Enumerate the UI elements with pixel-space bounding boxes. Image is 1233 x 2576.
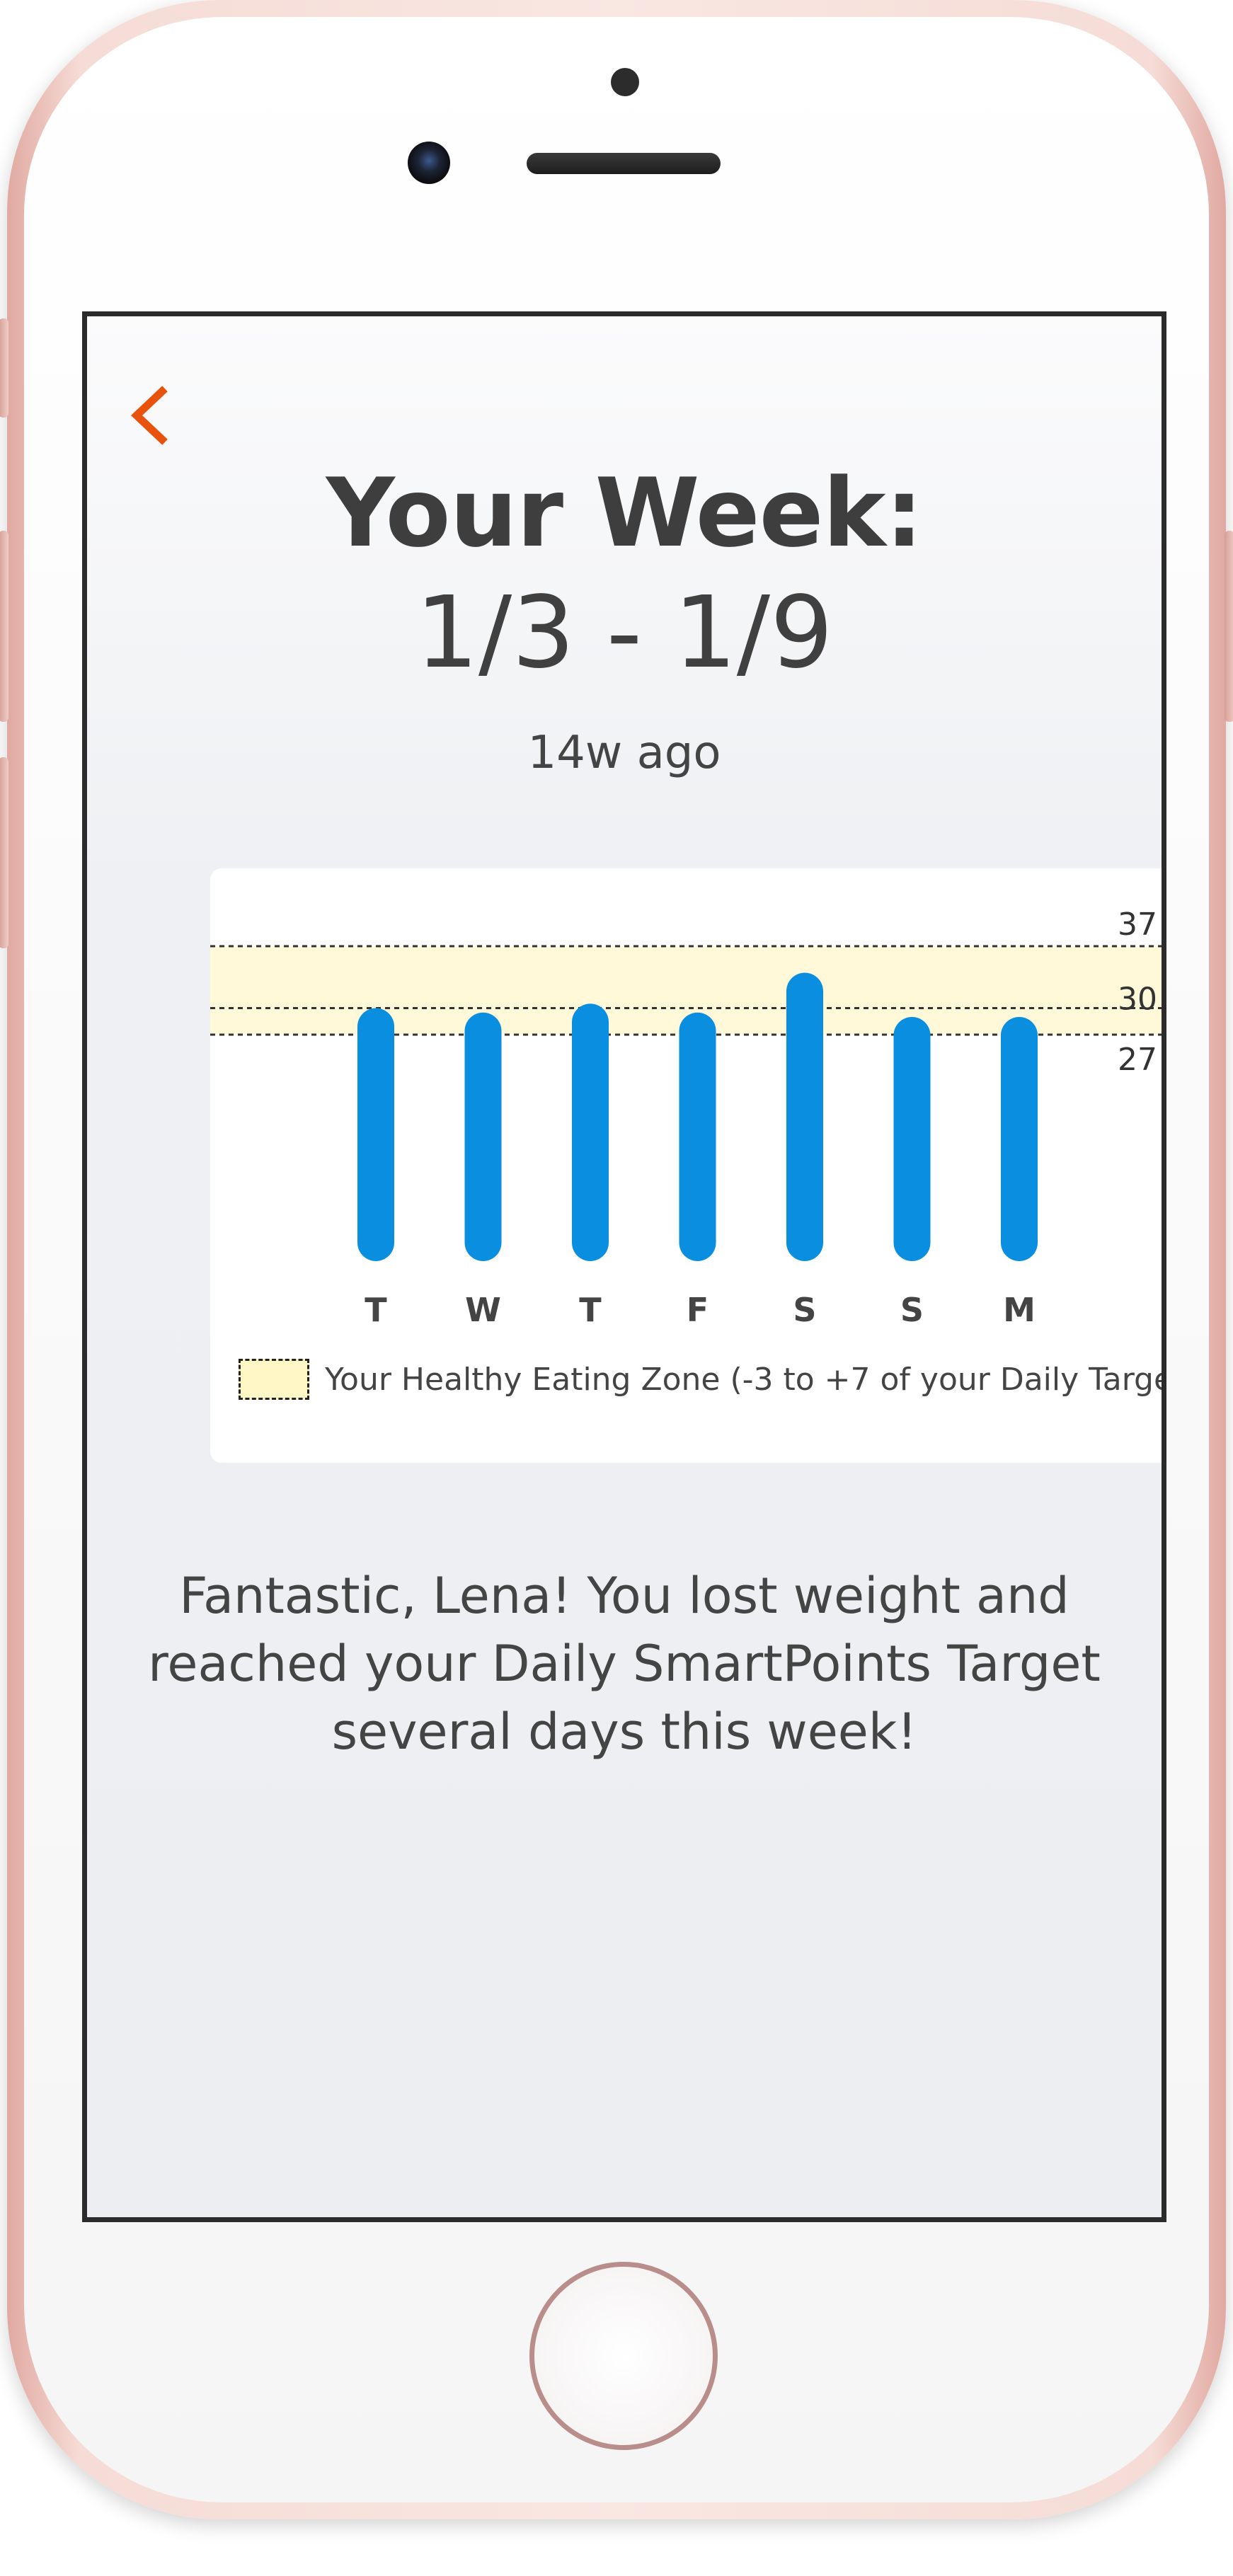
power-button xyxy=(1225,531,1233,722)
x-tick-label: W xyxy=(465,1291,501,1329)
x-tick-label: T xyxy=(579,1291,602,1329)
weekly-summary-message: Fantastic, Lena! You lost weight and rea… xyxy=(148,1567,1101,1761)
volume-up-button xyxy=(0,531,8,722)
x-tick-label: M xyxy=(1003,1291,1036,1329)
chart-legend: Your Healthy Eating Zone (-3 to +7 of yo… xyxy=(239,1357,1166,1402)
chart-bar xyxy=(1001,1017,1038,1261)
weekly-points-chart: 37 30 27 T W T F S S M Your Healthy Eating Zone (… xyxy=(210,868,1166,1463)
chart-bar xyxy=(679,1012,716,1261)
earpiece-speaker xyxy=(527,153,721,174)
x-tick-label: T xyxy=(365,1291,387,1329)
week-date-range: 1/3 - 1/9 xyxy=(415,575,834,691)
chart-bar xyxy=(464,1012,502,1261)
relative-time: 14w ago xyxy=(527,727,721,779)
x-tick-label: S xyxy=(793,1291,816,1329)
legend-label: Your Healthy Eating Zone (-3 to +7 of yo… xyxy=(325,1361,1166,1398)
reference-label: 30 xyxy=(1118,982,1157,1018)
chevron-left-icon xyxy=(130,386,168,445)
legend-swatch xyxy=(239,1359,309,1400)
x-tick-label: F xyxy=(687,1291,709,1329)
page-title: Your Week: xyxy=(326,458,923,568)
proximity-sensor xyxy=(611,68,639,96)
chart-bar xyxy=(357,1008,394,1261)
chart-bar xyxy=(893,1017,931,1261)
mute-switch xyxy=(0,318,8,418)
reference-label: 37 xyxy=(1118,907,1157,943)
back-button[interactable] xyxy=(122,380,172,451)
app-screen: Your Week: 1/3 - 1/9 14w ago 37 30 27 T W T F S… xyxy=(82,311,1166,2222)
front-camera-icon xyxy=(408,142,450,184)
chart-bar xyxy=(786,972,823,1261)
volume-down-button xyxy=(0,757,8,948)
phone-frame: Your Week: 1/3 - 1/9 14w ago 37 30 27 T W T F S… xyxy=(0,0,1233,2519)
chart-bar xyxy=(572,1004,609,1261)
bar-chart: 37 30 27 T W T F S S M xyxy=(210,907,1162,1329)
home-button[interactable] xyxy=(529,2262,718,2450)
x-tick-label: S xyxy=(900,1291,924,1329)
reference-label: 27 xyxy=(1118,1042,1157,1078)
